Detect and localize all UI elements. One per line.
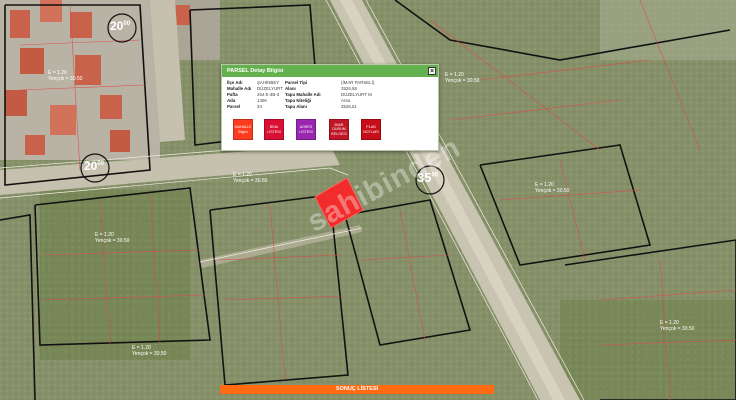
field-area: [600, 0, 736, 60]
field-value: 1406: [257, 98, 267, 103]
field-label: Alanı: [285, 86, 296, 91]
imar-durum-belgesi-button[interactable]: İMAR DURUM BELGESİ: [329, 119, 349, 140]
adres-listesi-button[interactable]: ADRES LİSTESİ: [296, 119, 316, 140]
close-icon[interactable]: ×: [428, 67, 436, 75]
parcel-info: İlçe Adı ŞAHİNBEY Parsel Tipi (İMAR PARS…: [227, 80, 433, 115]
zoning-label: E = 1.20 Yençok = 30.50: [535, 182, 570, 194]
field-label: Ada: [227, 98, 236, 103]
field-value: 34: [257, 104, 262, 109]
field-value: 3526,51: [341, 104, 357, 109]
zoning-label: E = 1.20 Yençok = 30.50: [660, 320, 695, 332]
field-value: (İMAR PARSELİ): [341, 80, 375, 85]
parcel-detail-popup: PARSEL Detay Bilgisi × İlçe Adı ŞAHİNBEY…: [221, 64, 439, 151]
field-label: Mahalle Adı: [227, 86, 252, 91]
block-number: 2000: [110, 19, 131, 33]
field-value: 264 E-3B-3: [257, 92, 280, 97]
result-list-button[interactable]: SONUÇ LİSTESİ: [220, 385, 494, 394]
field-area: [560, 300, 736, 400]
field-label: Tapu Alanı: [285, 104, 307, 109]
zoning-label: E = 1.20 Yençok = 30.50: [95, 232, 130, 244]
field-value: 3526,58: [341, 86, 357, 91]
zoning-label: E = 1.20 Yençok = 30.50: [445, 72, 480, 84]
field-label: Parsel Tipi: [285, 80, 308, 85]
field-label: Tapu Niteliği: [285, 98, 312, 103]
zoning-label: E = 1.20 Yençok = 30.50: [233, 172, 268, 184]
field-label: İlçe Adı: [227, 80, 243, 85]
field-label: Tapu Mahalle Adı: [285, 92, 321, 97]
mahalle-bilgisi-button[interactable]: MAHALLE Bilgisi: [233, 119, 253, 140]
zoning-label: E = 1.20 Yençok = 30.50: [132, 345, 167, 357]
popup-header: PARSEL Detay Bilgisi ×: [222, 65, 438, 77]
field-label: Parsel: [227, 104, 241, 109]
field-value: DÜZELYURT M: [341, 92, 372, 97]
field-area: [40, 190, 190, 360]
bina-listesi-button[interactable]: BİNA LİSTESİ: [264, 119, 284, 140]
field-value: Arsa: [341, 98, 351, 103]
zoning-label: E = 1.20 Yençok = 30.50: [48, 70, 83, 82]
popup-title: PARSEL Detay Bilgisi: [227, 68, 284, 74]
field-value: DÜZELYURT: [257, 86, 283, 91]
block-number: 2000: [84, 159, 105, 173]
plan-notlari-button[interactable]: PLAN NOTLARI: [361, 119, 381, 140]
field-label: Pafta: [227, 92, 238, 97]
block-number: 3500: [417, 170, 439, 185]
action-buttons: MAHALLE Bilgisi BİNA LİSTESİ ADRES LİSTE…: [230, 119, 430, 143]
field-value: ŞAHİNBEY: [257, 80, 280, 85]
